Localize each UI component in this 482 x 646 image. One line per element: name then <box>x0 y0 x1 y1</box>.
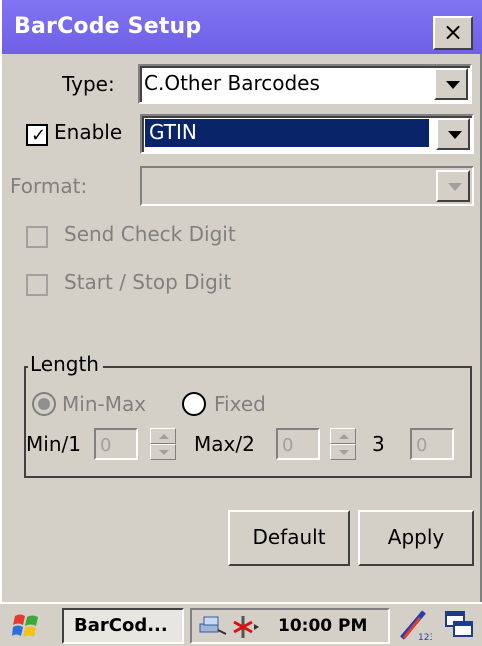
fixed-radio[interactable] <box>182 392 206 416</box>
apply-button[interactable]: Apply <box>358 510 474 566</box>
max-spinner[interactable] <box>330 428 356 460</box>
send-check-digit-label: Send Check Digit <box>64 222 236 246</box>
type-value: C.Other Barcodes <box>144 71 320 95</box>
taskbar: BarCod... 10:00 PM 123 <box>0 602 482 646</box>
network-icon[interactable] <box>198 614 228 638</box>
spin-up-icon[interactable] <box>330 428 356 444</box>
checkmark-icon: ✓ <box>31 125 47 146</box>
max-input[interactable]: 0 <box>276 428 320 460</box>
title-bar: BarCode Setup × <box>2 0 482 54</box>
fixed-label: Fixed <box>214 392 266 416</box>
symbology-combo[interactable]: GTIN <box>140 114 474 154</box>
format-combo[interactable] <box>140 166 474 206</box>
symbology-value: GTIN <box>149 120 197 144</box>
format-label: Format: <box>10 174 88 198</box>
min-input[interactable]: 0 <box>94 428 138 460</box>
start-stop-digit-checkbox[interactable] <box>26 274 48 296</box>
start-flag-icon[interactable] <box>12 612 40 640</box>
window-title: BarCode Setup <box>14 14 202 39</box>
task-button-barcode[interactable]: BarCod... <box>62 608 184 644</box>
length-group <box>24 366 472 478</box>
system-tray: 10:00 PM <box>190 608 390 644</box>
windows-switch-icon[interactable] <box>444 610 474 640</box>
min-max-label: Min-Max <box>62 392 147 416</box>
clock[interactable]: 10:00 PM <box>278 616 367 636</box>
type-dropdown-arrow-icon[interactable] <box>434 68 468 100</box>
svg-text:123: 123 <box>418 633 432 642</box>
spin-down-icon[interactable] <box>150 444 176 460</box>
max-label: Max/2 <box>194 432 255 456</box>
spin-down-icon[interactable] <box>330 444 356 460</box>
wireless-disconnected-icon[interactable] <box>230 614 260 640</box>
close-button[interactable]: × <box>433 16 473 50</box>
min-max-radio[interactable] <box>32 392 56 416</box>
third-input[interactable]: 0 <box>410 428 454 460</box>
enable-checkbox[interactable]: ✓ <box>26 124 48 146</box>
default-button[interactable]: Default <box>228 510 350 566</box>
third-label: 3 <box>372 432 385 456</box>
symbology-dropdown-arrow-icon[interactable] <box>436 118 470 150</box>
min-spinner[interactable] <box>150 428 176 460</box>
barcode-setup-window: BarCode Setup × Type: C.Other Barcodes ✓… <box>0 0 482 602</box>
spin-up-icon[interactable] <box>150 428 176 444</box>
start-stop-digit-label: Start / Stop Digit <box>64 270 232 294</box>
send-check-digit-checkbox[interactable] <box>26 226 48 248</box>
type-combo[interactable]: C.Other Barcodes <box>138 64 472 104</box>
enable-label: Enable <box>54 120 123 144</box>
type-label: Type: <box>62 72 115 96</box>
min-label: Min/1 <box>26 432 81 456</box>
length-legend: Length <box>28 352 103 376</box>
format-dropdown-arrow-icon[interactable] <box>436 170 470 202</box>
input-panel-icon[interactable]: 123 <box>398 610 432 642</box>
